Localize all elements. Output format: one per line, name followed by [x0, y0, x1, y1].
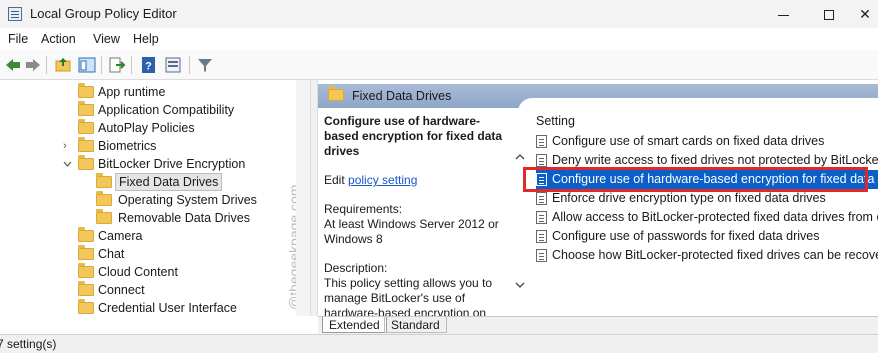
list-item[interactable]: Configure use of smart cards on fixed da… — [536, 132, 878, 151]
menu-action[interactable]: Action — [41, 32, 76, 46]
tree-item-fixed-data-drives[interactable]: Fixed Data Drives — [96, 173, 290, 191]
folder-icon — [78, 281, 94, 296]
window-title: Local Group Policy Editor — [30, 6, 177, 21]
annotation-highlight-box — [523, 167, 868, 192]
tree-scrollbar[interactable] — [296, 80, 310, 316]
tree-item-bitlocker-drive-encryption[interactable]: BitLocker Drive Encryption — [60, 155, 290, 173]
status-bar: 7 setting(s) — [0, 334, 878, 353]
details-header-title: Fixed Data Drives — [352, 89, 452, 103]
folder-icon — [78, 227, 94, 242]
folder-icon — [96, 173, 112, 188]
policy-setting-icon — [536, 211, 547, 224]
tree-item-app-runtime[interactable]: App runtime — [60, 83, 290, 101]
folder-icon — [78, 137, 94, 152]
policy-setting-icon — [536, 192, 547, 205]
settings-list: Setting Configure use of smart cards on … — [526, 108, 878, 316]
policy-setting-icon — [536, 249, 547, 262]
view-tabs: Extended Standard — [318, 316, 878, 334]
list-item[interactable]: Choose how BitLocker-protected fixed dri… — [536, 246, 878, 265]
folder-icon — [78, 263, 94, 278]
status-settings-count: 7 setting(s) — [0, 337, 57, 351]
folder-icon — [78, 245, 94, 260]
tree-item-removable-data-drives[interactable]: Removable Data Drives — [96, 209, 290, 227]
maximize-button[interactable] — [806, 0, 852, 28]
help-icon[interactable]: ? — [140, 56, 158, 74]
back-arrow-icon[interactable] — [4, 56, 22, 74]
close-button[interactable]: ✕ — [852, 0, 878, 28]
folder-icon — [96, 191, 112, 206]
svg-text:?: ? — [145, 61, 152, 73]
tree-item-credential-user-interface[interactable]: Credential User Interface — [60, 299, 290, 316]
folder-icon — [78, 83, 94, 98]
title-bar: Local Group Policy Editor ✕ — [0, 0, 878, 28]
toolbar: ? — [0, 50, 878, 80]
tree-item-cloud-content[interactable]: Cloud Content — [60, 263, 290, 281]
up-folder-icon[interactable] — [54, 56, 72, 74]
folder-icon — [96, 209, 112, 224]
chevron-down-icon[interactable] — [63, 160, 72, 168]
tab-standard[interactable]: Standard — [384, 317, 447, 333]
folder-icon — [328, 86, 344, 101]
properties-icon[interactable] — [164, 56, 182, 74]
pane-splitter[interactable] — [310, 80, 318, 316]
list-item[interactable]: Configure use of passwords for fixed dat… — [536, 227, 878, 246]
requirements-text: At least Windows Server 2012 or Windows … — [324, 217, 499, 246]
tree-item-autoplay-policies[interactable]: AutoPlay Policies — [60, 119, 290, 137]
chevron-right-icon[interactable]: › — [63, 137, 75, 155]
list-item[interactable]: Allow access to BitLocker-protected fixe… — [536, 208, 878, 227]
group-policy-app-icon — [8, 7, 22, 21]
scroll-down-icon[interactable] — [514, 280, 526, 290]
folder-icon — [78, 155, 94, 170]
tree-item-biometrics[interactable]: › Biometrics — [60, 137, 290, 155]
minimize-button[interactable] — [760, 0, 806, 28]
policy-setting-icon — [536, 135, 547, 148]
tree-item-chat[interactable]: Chat — [60, 245, 290, 263]
folder-icon — [78, 119, 94, 134]
edit-prefix: Edit — [324, 173, 349, 187]
policy-setting-icon — [536, 154, 547, 167]
policy-title: Configure use of hardware-based encrypti… — [324, 114, 503, 158]
folder-icon — [78, 101, 94, 116]
show-hide-tree-icon[interactable] — [78, 56, 96, 74]
tab-extended[interactable]: Extended — [322, 317, 387, 333]
tree-item-connect[interactable]: Connect — [60, 281, 290, 299]
edit-policy-setting-link[interactable]: policy setting — [348, 173, 417, 187]
tree-item-operating-system-drives[interactable]: Operating System Drives — [96, 191, 290, 209]
policy-setting-icon — [536, 230, 547, 243]
requirements-label: Requirements: — [324, 202, 403, 216]
navigation-tree: App runtime Application Compatibility Au… — [0, 80, 296, 316]
tree-item-application-compatibility[interactable]: Application Compatibility — [60, 101, 290, 119]
export-list-icon[interactable] — [108, 56, 126, 74]
tree-item-camera[interactable]: Camera — [60, 227, 290, 245]
menu-file[interactable]: File — [8, 32, 28, 46]
scroll-up-icon[interactable] — [514, 152, 526, 162]
menu-view[interactable]: View — [93, 32, 120, 46]
filter-icon[interactable] — [196, 56, 214, 74]
description-label: Description: — [324, 261, 388, 275]
menu-bar: File Action View Help — [0, 28, 878, 50]
forward-arrow-icon[interactable] — [24, 56, 42, 74]
column-header-setting[interactable]: Setting — [536, 114, 575, 128]
description-text: This policy setting allows you to manage… — [324, 276, 493, 316]
policy-description-panel: Configure use of hardware-based encrypti… — [318, 108, 514, 316]
menu-help[interactable]: Help — [133, 32, 159, 46]
edit-policy-line: Edit policy setting — [324, 173, 510, 188]
folder-icon — [78, 299, 94, 314]
